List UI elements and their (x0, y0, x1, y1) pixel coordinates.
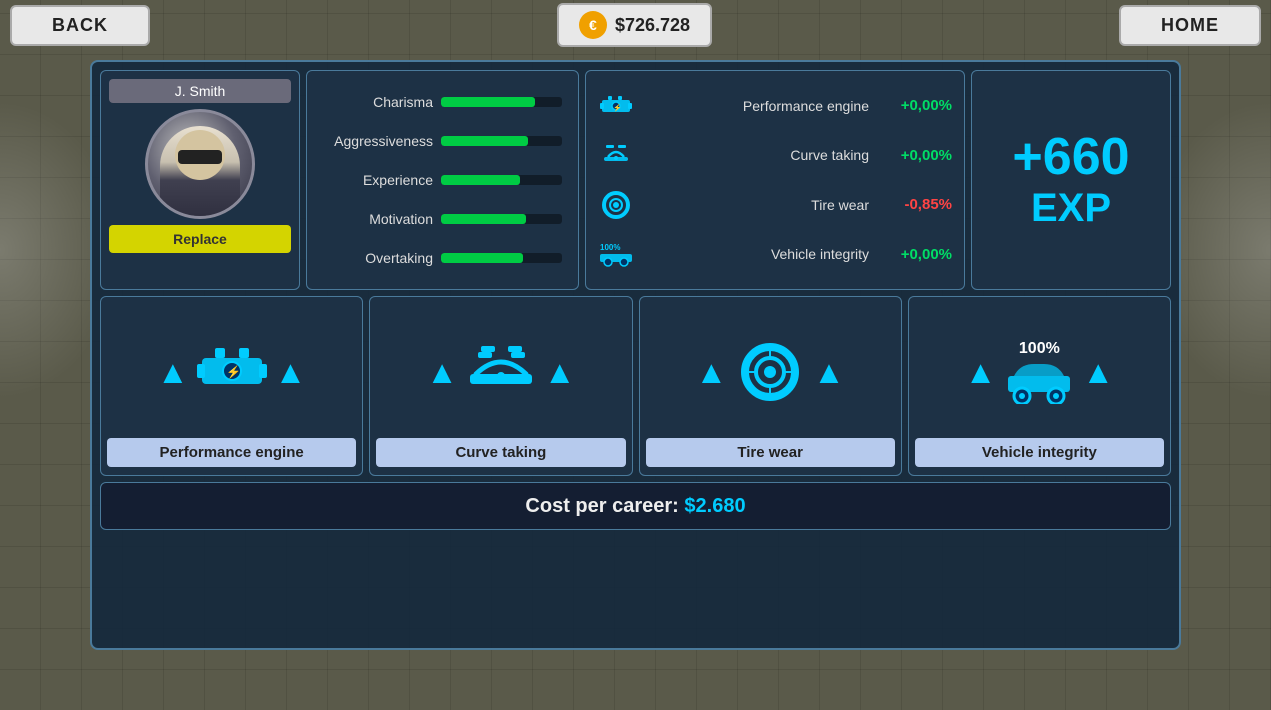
perf-row-curve: Curve taking +0,00% (598, 141, 952, 169)
upgrade-label-engine[interactable]: Performance engine (107, 438, 356, 467)
stat-row-charisma: Charisma (323, 94, 562, 110)
replace-button[interactable]: Replace (109, 225, 291, 253)
upgrade-card-curve[interactable]: ▲ ▲ Curve taking (369, 296, 632, 476)
balance-display: € $726.728 (557, 3, 712, 47)
perf-label-curve: Curve taking (642, 147, 869, 163)
perf-row-integrity: 100% Vehicle integrity +0,00% (598, 240, 952, 268)
stat-row-aggressiveness: Aggressiveness (323, 133, 562, 149)
stat-row-overtaking: Overtaking (323, 250, 562, 266)
cost-amount: $2.680 (679, 495, 746, 518)
coin-icon: € (579, 11, 607, 39)
cost-label: Cost per career: (525, 495, 678, 518)
stat-bar-container-experience (441, 175, 562, 185)
upgrade-icons-tire: ▲ ▲ (695, 305, 844, 438)
stat-bar-container-motivation (441, 214, 562, 224)
perf-row-engine: ⚡ Performance engine +0,00% (598, 92, 952, 120)
perf-label-integrity: Vehicle integrity (642, 246, 869, 262)
stat-label-motivation: Motivation (323, 211, 433, 227)
upgrade-label-curve[interactable]: Curve taking (376, 438, 625, 467)
perf-value-integrity: +0,00% (877, 246, 952, 263)
stat-bar-container-overtaking (441, 253, 562, 263)
arrow-up-right-integrity: ▲ (1082, 356, 1114, 388)
upgrade-section: ▲ ⚡ ▲ Performance engine ▲ (100, 296, 1171, 476)
cost-bar: Cost per career: $2.680 (100, 482, 1171, 530)
arrow-up-right-engine: ▲ (275, 356, 307, 388)
upgrade-icons-integrity: ▲ 100% ▲ (965, 305, 1114, 438)
upgrade-card-tire[interactable]: ▲ ▲ Tire wear (639, 296, 902, 476)
stat-bar-overtaking (441, 253, 523, 263)
avatar-figure (160, 126, 240, 216)
driver-card: J. Smith Replace (100, 70, 300, 290)
stat-bar-motivation (441, 214, 526, 224)
upgrade-icons-curve: ▲ ▲ (426, 305, 575, 438)
arrow-up-left-curve: ▲ (426, 356, 458, 388)
integrity-icon: 100% (598, 240, 634, 268)
stat-bar-container-aggressiveness (441, 136, 562, 146)
main-panel: J. Smith Replace Charisma Aggressiveness (90, 60, 1181, 650)
stat-bar-charisma (441, 97, 535, 107)
top-section: J. Smith Replace Charisma Aggressiveness (100, 70, 1171, 290)
stat-bar-aggressiveness (441, 136, 528, 146)
upgrade-card-integrity[interactable]: ▲ 100% ▲ Vehicle integrity (908, 296, 1171, 476)
perf-label-engine: Performance engine (642, 98, 869, 114)
performance-panel: ⚡ Performance engine +0,00% Curve ta (585, 70, 965, 290)
avatar (145, 109, 255, 219)
upgrade-icons-engine: ▲ ⚡ ▲ (157, 305, 306, 438)
percent-label: 100% (1019, 340, 1060, 358)
home-button[interactable]: HOME (1119, 5, 1261, 46)
curve-upgrade-icon (466, 342, 536, 402)
stat-row-motivation: Motivation (323, 211, 562, 227)
svg-text:⚡: ⚡ (226, 365, 241, 379)
svg-text:100%: 100% (600, 243, 620, 252)
upgrade-label-integrity[interactable]: Vehicle integrity (915, 438, 1164, 467)
stat-label-experience: Experience (323, 172, 433, 188)
stat-label-overtaking: Overtaking (323, 250, 433, 266)
stat-row-experience: Experience (323, 172, 562, 188)
engine-icon: ⚡ (598, 92, 634, 120)
car-integrity-icon (1004, 360, 1074, 404)
stat-label-charisma: Charisma (323, 94, 433, 110)
stats-panel: Charisma Aggressiveness Experience Motiv… (306, 70, 579, 290)
engine-upgrade-icon: ⚡ (197, 342, 267, 402)
exp-label: EXP (1031, 186, 1111, 231)
curve-icon (598, 141, 634, 169)
perf-value-engine: +0,00% (877, 97, 952, 114)
upgrade-card-engine[interactable]: ▲ ⚡ ▲ Performance engine (100, 296, 363, 476)
perf-value-tire: -0,85% (877, 196, 952, 213)
balance-amount: $726.728 (615, 15, 690, 36)
arrow-up-left-integrity: ▲ (965, 356, 997, 388)
arrow-up-right-curve: ▲ (544, 356, 576, 388)
arrow-up-left-tire: ▲ (695, 356, 727, 388)
tire-upgrade-icon (735, 342, 805, 402)
perf-row-tire: Tire wear -0,85% (598, 191, 952, 219)
perf-value-curve: +0,00% (877, 147, 952, 164)
upgrade-label-tire[interactable]: Tire wear (646, 438, 895, 467)
svg-text:⚡: ⚡ (613, 103, 622, 112)
stat-bar-container-charisma (441, 97, 562, 107)
tire-icon (598, 191, 634, 219)
stat-bar-experience (441, 175, 520, 185)
header: BACK € $726.728 HOME (0, 0, 1271, 50)
driver-name: J. Smith (109, 79, 291, 103)
back-button[interactable]: BACK (10, 5, 150, 46)
exp-panel: +660 EXP (971, 70, 1171, 290)
arrow-up-right-tire: ▲ (813, 356, 845, 388)
stat-label-aggressiveness: Aggressiveness (323, 133, 433, 149)
exp-value: +660 (1012, 129, 1129, 186)
perf-label-tire: Tire wear (642, 197, 869, 213)
avatar-glasses (178, 150, 222, 164)
arrow-up-left-engine: ▲ (157, 356, 189, 388)
